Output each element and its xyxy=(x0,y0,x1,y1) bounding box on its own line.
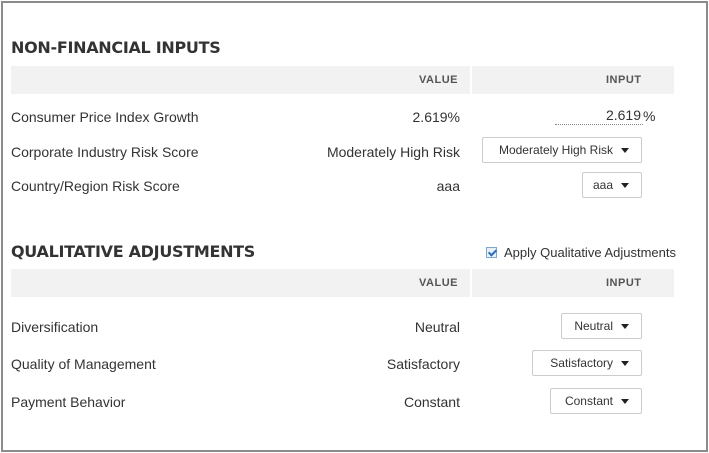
diversification-select[interactable]: Neutral xyxy=(561,313,642,339)
payment-behavior-select-value: Constant xyxy=(564,394,613,408)
chevron-down-icon xyxy=(621,182,629,188)
diversification-value: Neutral xyxy=(414,319,460,335)
header-divider xyxy=(470,66,472,94)
apply-qualitative-checkbox[interactable]: Apply Qualitative Adjustments xyxy=(486,245,676,260)
industry-risk-value: Moderately High Risk xyxy=(326,144,460,160)
cpi-growth-label: Consumer Price Index Growth xyxy=(11,109,199,125)
country-risk-select-value: aaa xyxy=(592,178,613,192)
chevron-down-icon xyxy=(621,360,629,366)
chevron-down-icon xyxy=(621,147,629,153)
chevron-down-icon xyxy=(621,398,629,404)
management-quality-select-value: Satisfactory xyxy=(550,356,613,370)
industry-risk-select-value: Moderately High Risk xyxy=(498,143,613,157)
country-risk-select[interactable]: aaa xyxy=(582,172,642,198)
checkmark-icon xyxy=(487,247,498,257)
management-quality-value: Satisfactory xyxy=(386,356,460,372)
payment-behavior-value: Constant xyxy=(403,394,460,410)
diversification-select-value: Neutral xyxy=(574,319,613,333)
apply-qualitative-label: Apply Qualitative Adjustments xyxy=(504,245,676,260)
industry-risk-label: Corporate Industry Risk Score xyxy=(11,144,199,160)
checkbox-icon[interactable] xyxy=(486,247,498,258)
country-risk-value: aaa xyxy=(436,178,460,194)
input-column-header: INPUT xyxy=(606,74,642,86)
input-column-header: INPUT xyxy=(606,277,642,289)
non-financial-title: NON-FINANCIAL INPUTS xyxy=(11,38,221,57)
chevron-down-icon xyxy=(621,323,629,329)
header-divider xyxy=(470,269,472,297)
management-quality-select[interactable]: Satisfactory xyxy=(532,350,642,376)
value-column-header: VALUE xyxy=(419,74,458,86)
cpi-growth-input[interactable] xyxy=(555,106,643,125)
non-financial-header: VALUE INPUT xyxy=(11,66,674,94)
percent-unit: % xyxy=(643,108,656,124)
industry-risk-select[interactable]: Moderately High Risk xyxy=(482,137,642,163)
payment-behavior-label: Payment Behavior xyxy=(11,394,126,410)
qualitative-header: VALUE INPUT xyxy=(11,269,674,297)
country-risk-label: Country/Region Risk Score xyxy=(11,178,180,194)
management-quality-label: Quality of Management xyxy=(11,356,156,372)
diversification-label: Diversification xyxy=(11,319,99,335)
value-column-header: VALUE xyxy=(419,277,458,289)
qualitative-title: QUALITATIVE ADJUSTMENTS xyxy=(11,242,256,261)
payment-behavior-select[interactable]: Constant xyxy=(550,388,642,414)
cpi-growth-value: 2.619% xyxy=(412,109,460,125)
